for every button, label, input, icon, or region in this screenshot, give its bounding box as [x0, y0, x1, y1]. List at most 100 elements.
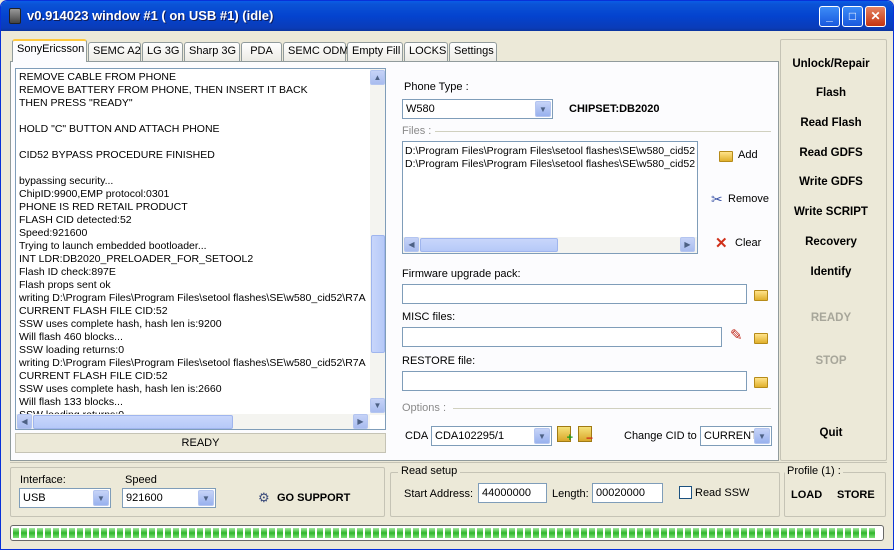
recovery-button[interactable]: Recovery — [783, 236, 879, 248]
tab-empty-fill[interactable]: Empty Fill — [347, 42, 403, 61]
bottom-divider — [10, 462, 887, 463]
read-gdfs-button[interactable]: Read GDFS — [783, 147, 879, 159]
tab-pda[interactable]: PDA — [241, 42, 282, 61]
log-line: REMOVE CABLE FROM PHONE — [19, 71, 176, 83]
tab-settings[interactable]: Settings — [449, 42, 497, 61]
interface-select[interactable]: USB ▼ — [19, 488, 111, 508]
log-vscrollbar[interactable]: ▲ ▼ — [370, 69, 385, 415]
progress-segment — [173, 528, 179, 538]
progress-segment — [485, 528, 491, 538]
progress-segment — [381, 528, 387, 538]
scroll-down-icon[interactable]: ▼ — [370, 398, 385, 413]
progress-segment — [797, 528, 803, 538]
scroll-up-icon[interactable]: ▲ — [370, 70, 385, 85]
options-group-label: Options : — [402, 402, 447, 414]
maximize-button[interactable]: □ — [842, 6, 863, 27]
scroll-left-icon[interactable]: ◀ — [404, 237, 419, 252]
tab-semc-odm[interactable]: SEMC ODM — [283, 42, 349, 61]
tab-lg-3g[interactable]: LG 3G — [142, 42, 183, 61]
restore-file-input[interactable] — [402, 371, 747, 391]
progress-segment — [133, 528, 139, 538]
file-item[interactable]: D:\Program Files\Program Files\setool fl… — [405, 145, 697, 158]
store-button[interactable]: STORE — [837, 489, 875, 501]
progress-segment — [613, 528, 619, 538]
chevron-down-icon[interactable]: ▼ — [93, 490, 109, 506]
stop-button[interactable]: STOP — [783, 355, 879, 367]
folder-open-icon[interactable] — [754, 333, 768, 344]
folder-open-icon — [719, 151, 733, 162]
read-ssw-checkbox[interactable] — [679, 486, 692, 499]
progress-segment — [205, 528, 211, 538]
flash-button[interactable]: Flash — [783, 87, 879, 99]
progress-segment — [717, 528, 723, 538]
change-cid-select[interactable]: CURRENT ▼ — [700, 426, 772, 446]
add-button[interactable]: Add — [717, 147, 777, 165]
cda-remove-icon[interactable]: − — [578, 426, 593, 445]
write-gdfs-button[interactable]: Write GDFS — [783, 176, 879, 188]
firmware-input[interactable] — [402, 284, 747, 304]
chevron-down-icon[interactable]: ▼ — [754, 428, 770, 444]
log-line: Will flash 133 blocks... — [19, 396, 123, 408]
pen-icon[interactable]: ✎ — [730, 326, 743, 344]
files-hscrollbar[interactable]: ◀ ▶ — [403, 237, 697, 253]
unlock-repair-button[interactable]: Unlock/Repair — [783, 58, 879, 70]
folder-open-icon[interactable] — [754, 290, 768, 301]
progress-segment — [741, 528, 747, 538]
progress-segment — [157, 528, 163, 538]
chevron-down-icon[interactable]: ▼ — [535, 101, 551, 117]
file-item[interactable]: D:\Program Files\Program Files\setool fl… — [405, 158, 697, 171]
scroll-right-icon[interactable]: ▶ — [353, 414, 368, 429]
progress-segment — [53, 528, 59, 538]
progress-segment — [245, 528, 251, 538]
remove-button[interactable]: ✂ Remove — [709, 191, 773, 209]
folder-open-icon[interactable] — [754, 377, 768, 388]
speed-select[interactable]: 921600 ▼ — [122, 488, 216, 508]
progress-segment — [821, 528, 827, 538]
files-hscroll-thumb[interactable] — [420, 238, 558, 252]
progress-segment — [213, 528, 219, 538]
tab-locks[interactable]: LOCKS — [404, 42, 448, 61]
progress-segment — [237, 528, 243, 538]
ready-button[interactable]: READY — [783, 312, 879, 324]
load-button[interactable]: LOAD — [791, 489, 822, 501]
length-input[interactable]: 00020000 — [592, 483, 663, 503]
cda-select[interactable]: CDA102295/1 ▼ — [431, 426, 552, 446]
read-flash-button[interactable]: Read Flash — [783, 117, 879, 129]
tab-semc-a2[interactable]: SEMC A2 — [88, 42, 141, 61]
files-list[interactable]: D:\Program Files\Program Files\setool fl… — [402, 141, 698, 254]
misc-files-input[interactable] — [402, 327, 722, 347]
clear-button[interactable]: ✕ Clear — [714, 235, 774, 253]
tab-sonyericsson[interactable]: SonyEricsson — [12, 39, 87, 62]
identify-button[interactable]: Identify — [783, 266, 879, 278]
action-sidebar — [780, 39, 887, 461]
chevron-down-icon[interactable]: ▼ — [198, 490, 214, 506]
progress-segment — [357, 528, 363, 538]
log-hscrollbar[interactable]: ◀ ▶ — [16, 414, 370, 429]
close-button[interactable]: ✕ — [865, 6, 886, 27]
progress-segment — [509, 528, 515, 538]
start-address-input[interactable]: 44000000 — [478, 483, 547, 503]
progress-segment — [501, 528, 507, 538]
tab-sharp-3g[interactable]: Sharp 3G — [184, 42, 240, 61]
log-line: Flash ID check:897E — [19, 266, 116, 278]
log-box[interactable]: REMOVE CABLE FROM PHONE REMOVE BATTERY FR… — [15, 68, 386, 430]
minimize-button[interactable]: _ — [819, 6, 840, 27]
title-bar[interactable]: v0.914023 window #1 ( on USB #1) (idle) … — [1, 1, 893, 31]
scroll-left-icon[interactable]: ◀ — [17, 414, 32, 429]
write-script-button[interactable]: Write SCRIPT — [783, 206, 879, 218]
cda-add-icon[interactable]: + — [557, 426, 573, 444]
quit-button[interactable]: Quit — [783, 427, 879, 439]
log-vscroll-thumb[interactable] — [371, 235, 385, 353]
log-hscroll-thumb[interactable] — [33, 415, 233, 429]
go-support-button[interactable]: ⚙ GO SUPPORT — [258, 490, 358, 508]
scroll-right-icon[interactable]: ▶ — [680, 237, 695, 252]
chevron-down-icon[interactable]: ▼ — [534, 428, 550, 444]
progress-segment — [45, 528, 51, 538]
progress-segment — [621, 528, 627, 538]
phone-type-select[interactable]: W580 ▼ — [402, 99, 553, 119]
progress-segment — [453, 528, 459, 538]
progress-segment — [341, 528, 347, 538]
progress-segment — [469, 528, 475, 538]
